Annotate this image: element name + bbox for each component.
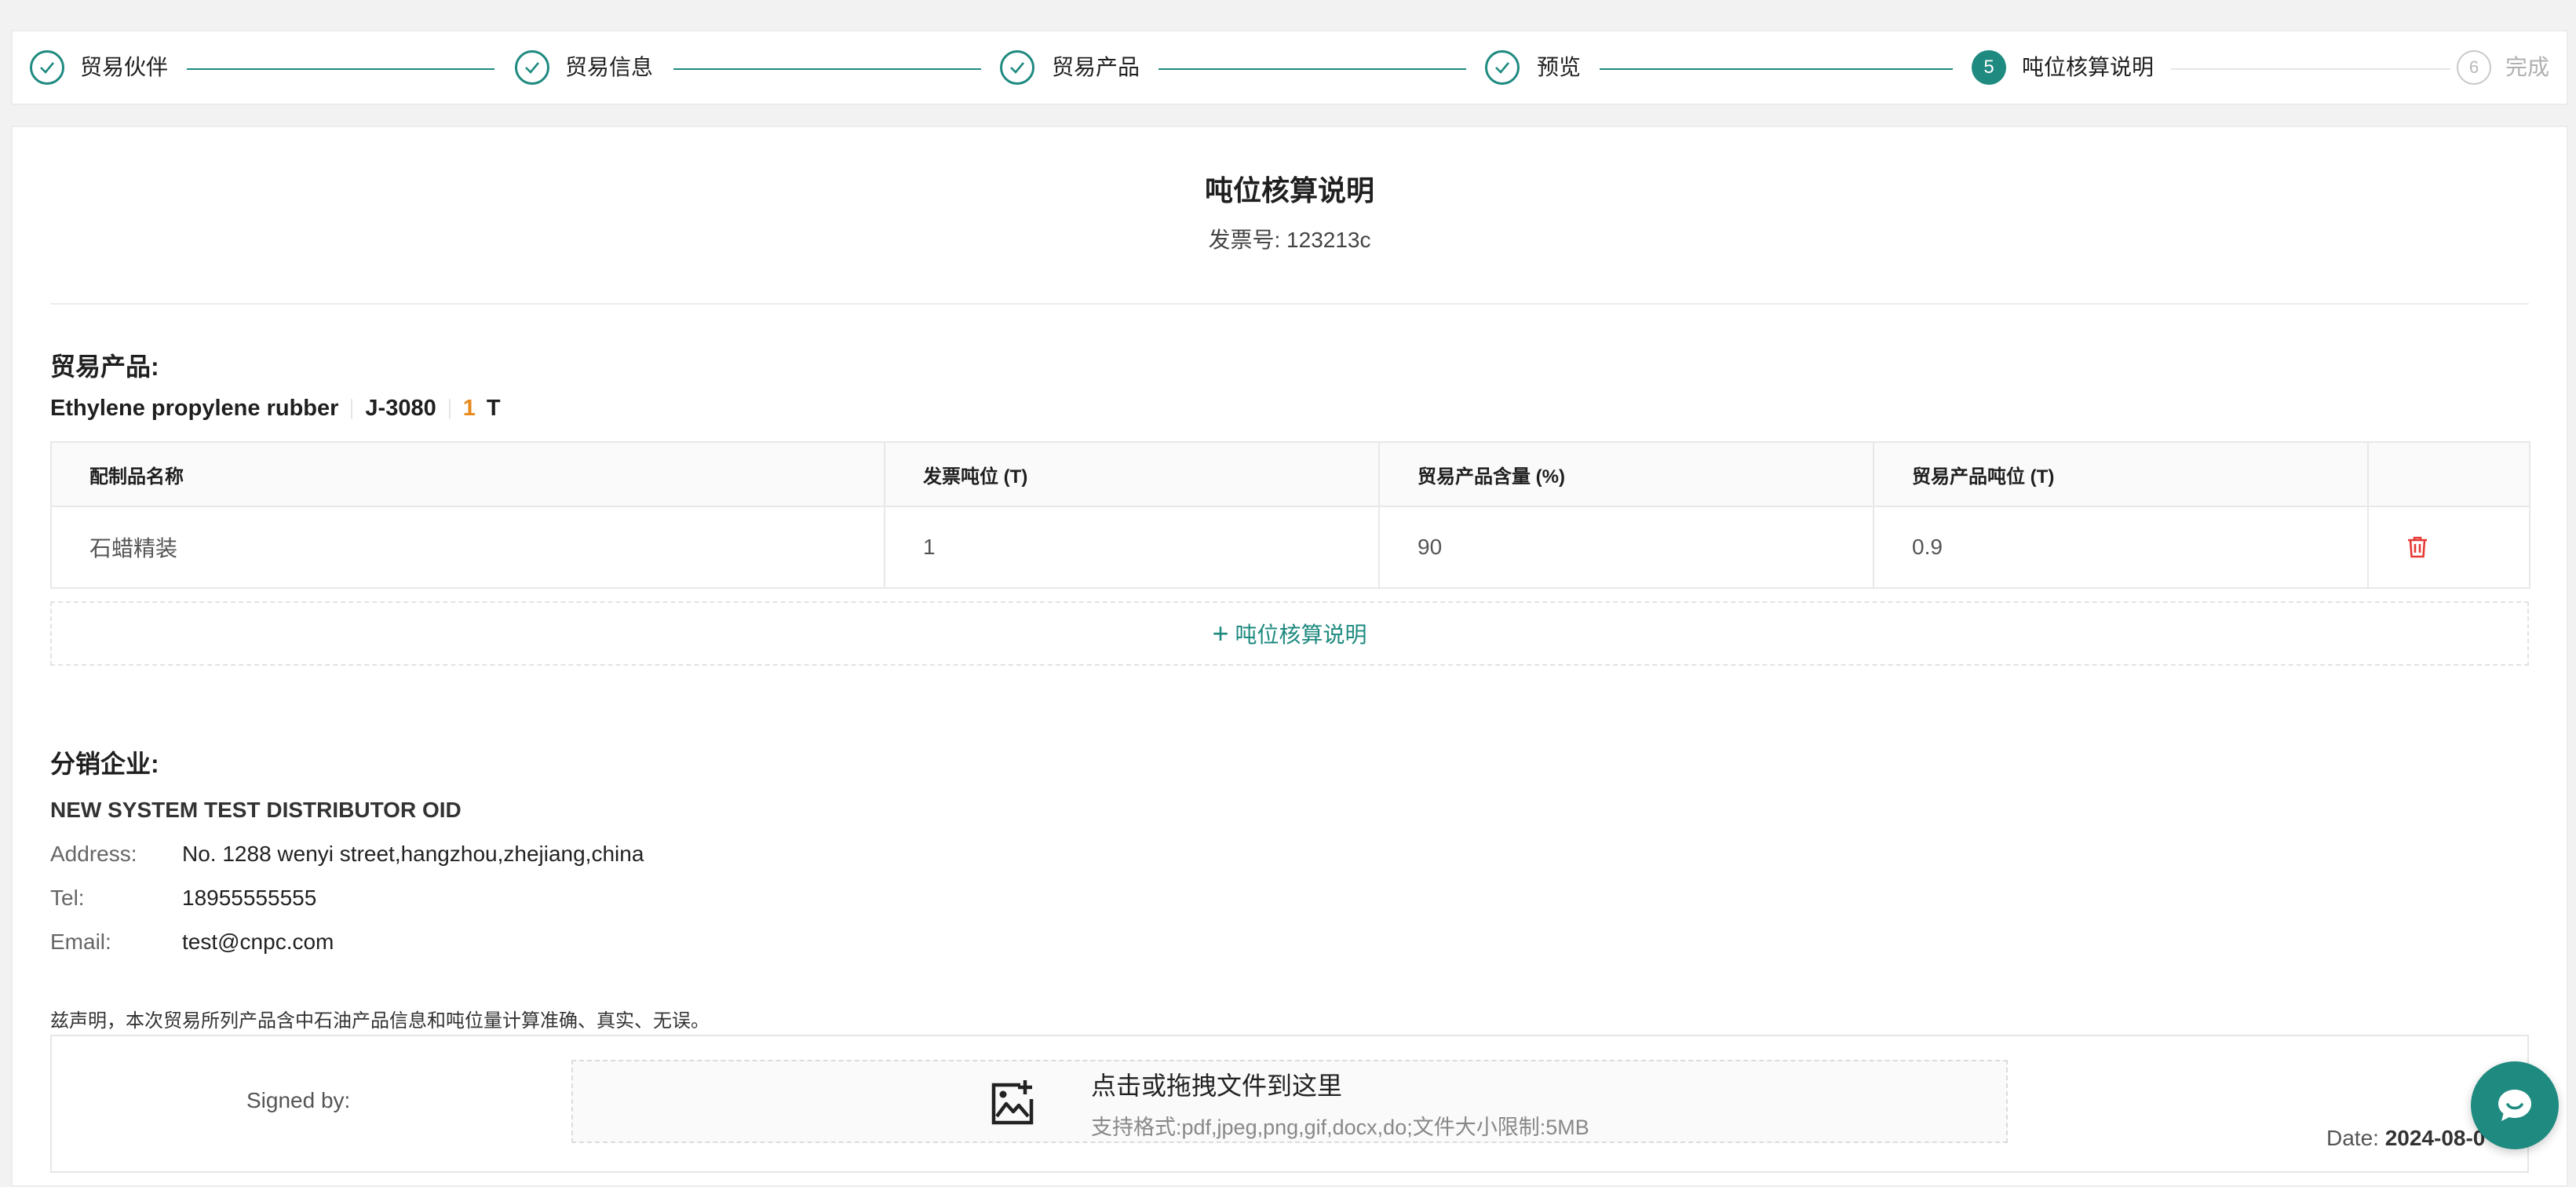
column-header-name: 配制品名称 — [51, 442, 885, 507]
step-number-6: 6 — [2457, 50, 2491, 85]
plus-icon: + — [1212, 617, 1229, 649]
distributor-heading: 分销企业: — [50, 750, 159, 778]
step-connector — [2171, 68, 2450, 70]
step-label-5[interactable]: 吨位核算说明 — [2022, 54, 2154, 81]
address-label: Address: — [50, 842, 137, 866]
separator — [351, 398, 353, 419]
file-upload-dropzone[interactable]: 点击或拖拽文件到这里 支持格式:pdf,jpeg,png,gif,docx,do… — [571, 1060, 2008, 1143]
declaration-text: 兹声明，本次贸易所列产品含中石油产品信息和吨位量计算准确、真实、无误。 — [50, 1010, 710, 1032]
table-header-row: 配制品名称 发票吨位 (T) 贸易产品含量 (%) 贸易产品吨位 (T) — [51, 442, 2530, 507]
add-tonnage-label: 吨位核算说明 — [1235, 623, 1367, 647]
date-label: Date: — [2326, 1126, 2379, 1150]
cell-invoice-tonnage: 1 — [885, 506, 1380, 588]
chat-button[interactable] — [2471, 1061, 2559, 1149]
product-unit: T — [486, 396, 501, 421]
date-value: 2024-08-0 — [2384, 1126, 2486, 1150]
tel-label: Tel: — [50, 886, 85, 910]
step-connector — [1600, 68, 1953, 70]
step-number-5: 5 — [1972, 50, 2006, 85]
upload-hint-text: 支持格式:pdf,jpeg,png,gif,docx,do;文件大小限制:5MB — [1091, 1116, 1589, 1139]
check-icon — [1485, 50, 1520, 85]
step-connector — [673, 68, 981, 70]
trade-product-heading: 贸易产品: — [50, 352, 159, 381]
steps-bar: 贸易伙伴 贸易信息 贸易产品 预览 5 吨位核算说明 6 完成 — [11, 30, 2568, 105]
upload-main-text: 点击或拖拽文件到这里 — [1091, 1072, 1343, 1100]
step-label-4[interactable]: 预览 — [1537, 54, 1581, 81]
product-code: J-3080 — [365, 396, 436, 421]
step-label-1[interactable]: 贸易伙伴 — [80, 54, 168, 81]
delete-icon[interactable] — [2406, 535, 2491, 559]
email-label: Email: — [50, 930, 111, 954]
check-icon — [30, 50, 64, 85]
signature-box: Signed by: 点击或拖拽文件到这里 支持格式:pdf,jpeg,png,… — [50, 1035, 2529, 1173]
step-connector — [1158, 68, 1466, 70]
tonnage-table: 配制品名称 发票吨位 (T) 贸易产品含量 (%) 贸易产品吨位 (T) 石蜡精… — [50, 441, 2530, 589]
date-field: Date: 2024-08-0 — [2326, 1126, 2485, 1151]
divider — [50, 303, 2529, 305]
email-value: test@cnpc.com — [182, 930, 334, 954]
cell-product-tonnage: 0.9 — [1874, 506, 2369, 588]
signed-by-label: Signed by: — [246, 1088, 351, 1112]
table-row: 石蜡精装 1 90 0.9 — [51, 506, 2530, 588]
product-quantity: 1 — [462, 396, 476, 421]
chat-icon — [2498, 1090, 2531, 1121]
check-icon — [515, 50, 549, 85]
step-label-3[interactable]: 贸易产品 — [1052, 54, 1140, 81]
distributor-name: NEW SYSTEM TEST DISTRIBUTOR OID — [50, 798, 462, 822]
column-header-content: 贸易产品含量 (%) — [1379, 442, 1874, 507]
cell-name: 石蜡精装 — [51, 506, 885, 588]
column-header-actions — [2368, 442, 2530, 507]
image-upload-icon — [991, 1080, 1034, 1125]
add-tonnage-button[interactable]: + 吨位核算说明 — [50, 601, 2529, 666]
cell-content: 90 — [1379, 506, 1874, 588]
address-value: No. 1288 wenyi street,hangzhou,zhejiang,… — [182, 842, 644, 866]
step-label-6: 完成 — [2505, 55, 2550, 79]
separator — [448, 398, 451, 419]
cell-actions — [2368, 506, 2530, 588]
product-name: Ethylene propylene rubber — [50, 396, 339, 421]
tel-value: 18955555555 — [182, 886, 317, 910]
product-summary: Ethylene propylene rubber J-3080 1 T — [50, 396, 501, 422]
check-icon — [1000, 50, 1034, 85]
column-header-product-tonnage: 贸易产品吨位 (T) — [1874, 442, 2369, 507]
step-connector — [187, 68, 494, 70]
invoice-number: 发票号: 123213c — [1208, 228, 1371, 252]
column-header-invoice-tonnage: 发票吨位 (T) — [885, 442, 1380, 507]
main-panel: 吨位核算说明 发票号: 123213c 贸易产品: Ethylene propy… — [11, 126, 2568, 1187]
page-title: 吨位核算说明 — [1204, 174, 1374, 206]
step-label-2[interactable]: 贸易信息 — [565, 54, 653, 81]
